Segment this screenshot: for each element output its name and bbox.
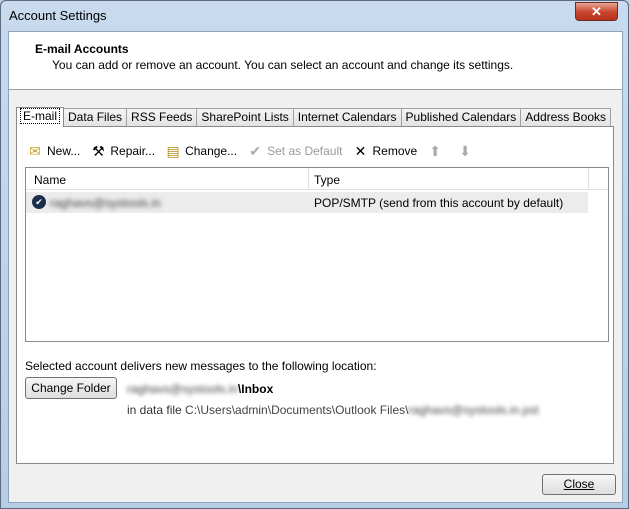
tab-sharepoint-lists[interactable]: SharePoint Lists bbox=[196, 108, 294, 127]
default-account-icon: ✔ bbox=[32, 195, 46, 209]
tab-panel: ✉ New... ⚒ Repair... ▤ Change... ✔ Set as De… bbox=[16, 126, 614, 464]
dialog-window: Account Settings ✕ E-mail Accounts You c… bbox=[0, 0, 629, 509]
tab-published-calendars[interactable]: Published Calendars bbox=[400, 108, 522, 127]
tools-icon: ⚒ bbox=[92, 143, 105, 159]
tab-rss-feeds[interactable]: RSS Feeds bbox=[126, 108, 198, 127]
tab-email[interactable]: E-mail bbox=[16, 107, 65, 127]
tab-internet-calendars[interactable]: Internet Calendars bbox=[292, 108, 402, 127]
section-title: E-mail Accounts bbox=[35, 42, 129, 56]
new-mail-icon: ✉ bbox=[29, 143, 41, 159]
window-title: Account Settings bbox=[9, 8, 107, 23]
x-icon: ✕ bbox=[354, 143, 367, 159]
tab-bar: E-mail Data Files RSS Feeds SharePoint L… bbox=[16, 107, 611, 127]
column-header-type[interactable]: Type bbox=[314, 173, 340, 187]
tab-data-files[interactable]: Data Files bbox=[63, 108, 128, 127]
repair-button[interactable]: ⚒ Repair... bbox=[90, 143, 155, 159]
dialog-body: E-mail Accounts You can add or remove an… bbox=[8, 31, 623, 503]
change-icon: ▤ bbox=[166, 143, 180, 159]
arrow-up-icon: ⬆ bbox=[429, 143, 442, 159]
arrow-down-icon: ⬇ bbox=[459, 143, 472, 159]
header-panel: E-mail Accounts You can add or remove an… bbox=[9, 32, 622, 90]
list-item[interactable]: ✔ raghavs@systools.in POP/SMTP (send fro… bbox=[26, 192, 588, 213]
toolbar: ✉ New... ⚒ Repair... ▤ Change... ✔ Set as De… bbox=[27, 141, 487, 161]
tab-address-books[interactable]: Address Books bbox=[520, 108, 611, 127]
change-button[interactable]: ▤ Change... bbox=[165, 143, 237, 159]
delivery-folder: raghavs@systools.in\Inbox bbox=[127, 382, 274, 396]
close-button[interactable]: Close bbox=[542, 474, 616, 495]
change-folder-button[interactable]: Change Folder bbox=[25, 377, 117, 399]
checkmark-icon: ✔ bbox=[249, 143, 261, 159]
column-divider[interactable] bbox=[588, 168, 589, 190]
set-default-button[interactable]: ✔ Set as Default bbox=[247, 143, 342, 159]
section-description: You can add or remove an account. You ca… bbox=[52, 58, 514, 72]
list-header: Name Type bbox=[26, 168, 608, 190]
account-list: Name Type ✔ raghavs@systools.in POP/SMTP… bbox=[25, 167, 609, 342]
account-name: raghavs@systools.in bbox=[50, 196, 161, 210]
account-type: POP/SMTP (send from this account by defa… bbox=[314, 196, 564, 210]
column-header-name[interactable]: Name bbox=[34, 173, 66, 187]
move-down-button[interactable]: ⬇ bbox=[457, 143, 477, 159]
column-divider[interactable] bbox=[308, 168, 309, 190]
new-button[interactable]: ✉ New... bbox=[27, 143, 80, 159]
data-file-path: in data file C:\Users\admin\Documents\Ou… bbox=[127, 403, 539, 417]
close-icon[interactable]: ✕ bbox=[575, 2, 618, 21]
move-up-button[interactable]: ⬆ bbox=[427, 143, 447, 159]
remove-button[interactable]: ✕ Remove bbox=[352, 143, 418, 159]
delivery-label: Selected account delivers new messages t… bbox=[25, 359, 377, 373]
